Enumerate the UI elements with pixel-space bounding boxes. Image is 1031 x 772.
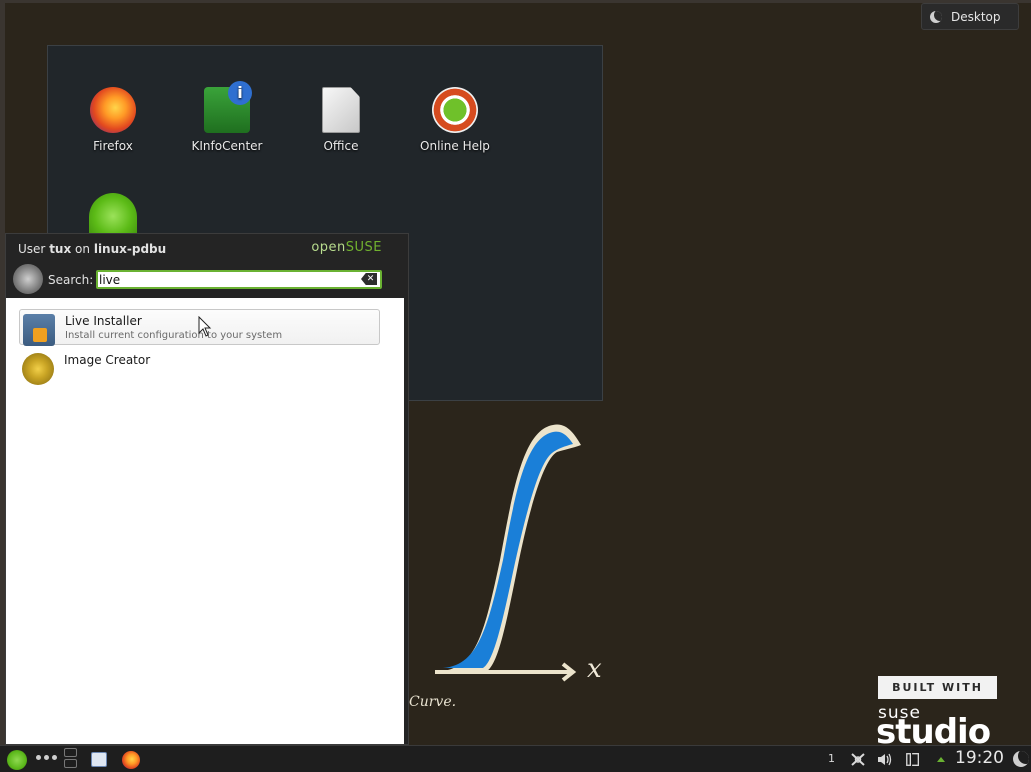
- taskbar-firefox-icon[interactable]: [122, 751, 140, 769]
- search-field[interactable]: ✕: [96, 270, 382, 289]
- firefox-icon: [90, 87, 136, 133]
- office-document-icon: [322, 87, 360, 133]
- desktop-icon-office[interactable]: Office: [291, 87, 391, 153]
- user-name: tux: [49, 242, 72, 256]
- desktop-toolbox-button[interactable]: Desktop: [921, 3, 1019, 30]
- system-tray-expand-icon[interactable]: [933, 752, 949, 767]
- network-disconnected-icon[interactable]: [850, 752, 866, 767]
- digital-clock[interactable]: 19:20: [955, 748, 1004, 768]
- built-with-badge: BUILT WITH: [878, 676, 997, 699]
- application-launcher-menu: User tux on linux-pdbu openSUSE Search: …: [5, 233, 409, 745]
- curve-caption: Curve.: [409, 694, 457, 710]
- brand-suse: SUSE: [345, 240, 382, 255]
- virtual-desktop-number[interactable]: 1: [828, 752, 835, 765]
- volume-icon[interactable]: [876, 752, 892, 767]
- wallpaper-curve: [435, 424, 581, 682]
- image-creator-icon: [22, 353, 54, 385]
- lifebuoy-help-icon: [432, 87, 478, 133]
- on-word: on: [75, 242, 90, 256]
- desktop-toolbox-label: Desktop: [951, 9, 1001, 24]
- clear-search-icon[interactable]: ✕: [361, 273, 377, 285]
- plasma-cashew-icon: [930, 10, 942, 23]
- brand-open: open: [311, 240, 346, 255]
- launcher-user-line: User tux on linux-pdbu: [18, 242, 166, 256]
- desktop-icon-firefox[interactable]: Firefox: [63, 87, 163, 153]
- activities-button[interactable]: [36, 755, 57, 760]
- kinfocenter-icon: [204, 81, 252, 133]
- desktop-icon-label: Office: [323, 139, 359, 153]
- desktop-icon-kinfocenter[interactable]: KInfoCenter: [177, 81, 277, 153]
- screen-top-border: [0, 0, 1031, 3]
- system-tools-icon: [13, 264, 43, 294]
- result-subtitle: Install current configuration to your sy…: [65, 330, 283, 341]
- taskbar-dolphin-icon[interactable]: [91, 752, 107, 767]
- bottom-panel: 1 19:20: [0, 745, 1031, 772]
- result-title: Live Installer: [65, 314, 142, 328]
- result-item-image-creator[interactable]: Image Creator: [19, 349, 380, 385]
- curve-x-label: x: [587, 654, 602, 684]
- pager-widget[interactable]: [64, 748, 79, 770]
- opensuse-desktop-icon[interactable]: [89, 193, 137, 235]
- clipboard-icon[interactable]: [905, 752, 921, 767]
- search-input[interactable]: [98, 272, 360, 287]
- installer-icon: [23, 314, 55, 346]
- desktop-icon-label: KInfoCenter: [191, 139, 263, 153]
- host-name: linux-pdbu: [93, 242, 167, 256]
- mouse-pointer-icon: [198, 316, 212, 337]
- desktop-icon-label: Online Help: [420, 139, 490, 153]
- search-results-list: Live Installer Install current configura…: [6, 298, 404, 744]
- search-label: Search:: [48, 273, 94, 287]
- desktop-icon-label: Firefox: [93, 139, 133, 153]
- user-prefix: User: [18, 242, 46, 256]
- launcher-header: User tux on linux-pdbu openSUSE Search: …: [6, 234, 408, 299]
- opensuse-brand: openSUSE: [311, 240, 382, 255]
- kickoff-launcher-button[interactable]: [7, 750, 27, 770]
- desktop-icon-online-help[interactable]: Online Help: [405, 87, 505, 153]
- panel-cashew-icon[interactable]: [1013, 751, 1029, 767]
- result-title: Image Creator: [64, 353, 151, 367]
